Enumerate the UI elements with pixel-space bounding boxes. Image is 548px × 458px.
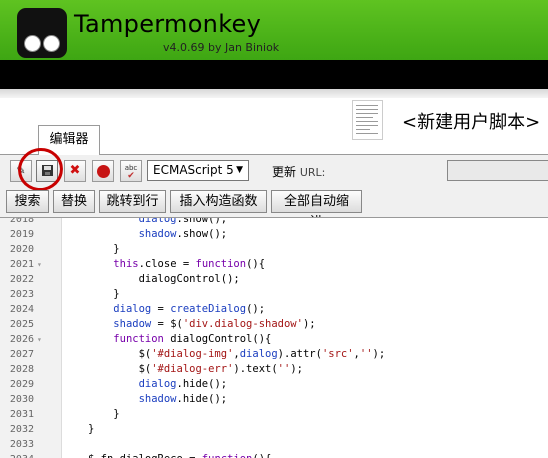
code-text: } <box>88 408 120 420</box>
app-header: Tampermonkey v4.0.69 by Jan Biniok <box>0 0 548 60</box>
line-number: 2034 <box>0 452 34 458</box>
code-text: dialogControl(); <box>88 273 240 285</box>
code-line[interactable]: 2027 $('#dialog-img',dialog).attr('src',… <box>0 347 548 362</box>
language-select-value: ECMAScript 5 <box>153 163 234 177</box>
url-label: URL: <box>299 166 326 179</box>
code-line[interactable]: 2032} <box>0 422 548 437</box>
line-number: 2026 <box>9 334 34 345</box>
delete-button[interactable]: ✖ <box>64 160 86 182</box>
line-number: 2032 <box>9 424 34 435</box>
code-text: } <box>88 288 120 300</box>
app-version: v4.0.69 by Jan Biniok <box>163 41 280 54</box>
code-text: $('#dialog-err').text(''); <box>88 363 303 375</box>
code-line[interactable]: 2019 shadow.show(); <box>0 227 548 242</box>
script-thumbnail-icon <box>352 100 383 140</box>
tampermonkey-logo-icon <box>17 8 67 58</box>
insert-constructor-button[interactable]: 插入构造函数 <box>170 190 267 213</box>
code-text: dialog.hide(); <box>138 378 228 390</box>
line-number: 2024 <box>9 304 34 315</box>
stop-icon <box>96 165 110 178</box>
app-title: Tampermonkey <box>74 10 262 38</box>
code-text: } <box>88 423 95 435</box>
code-line[interactable]: 2030 shadow.hide(); <box>0 392 548 407</box>
spellcheck-icon: abc ✔ <box>124 164 138 181</box>
code-text: this.close = function(){ <box>113 258 266 270</box>
line-number: 2033 <box>9 439 34 450</box>
line-number: 2021 <box>9 259 34 270</box>
fold-arrow-icon[interactable]: ▾ <box>37 257 42 272</box>
code-line[interactable]: 2018 dialog.show(); <box>0 217 548 227</box>
update-label: 更新 <box>272 165 297 179</box>
stop-button[interactable] <box>92 160 114 182</box>
code-line[interactable]: 2034▾ $.fn.dialogReco = function(){ <box>0 452 548 458</box>
code-text: shadow.hide(); <box>138 393 228 405</box>
code-line[interactable]: 2023 } <box>0 287 548 302</box>
line-number: 2020 <box>9 244 34 255</box>
goto-line-button[interactable]: 跳转到行 <box>99 190 166 213</box>
spellcheck-button[interactable]: abc ✔ <box>120 160 142 182</box>
delete-icon: ✖ <box>69 163 81 178</box>
code-line[interactable]: 2031 } <box>0 407 548 422</box>
chevron-down-icon: ▼ <box>236 165 243 175</box>
replace-button[interactable]: 替换 <box>53 190 95 213</box>
code-text: $.fn.dialogReco = function(){ <box>88 452 271 458</box>
code-text: } <box>88 243 120 255</box>
code-line[interactable]: 2021 ▾ this.close = function(){ <box>0 257 548 272</box>
line-number: 2025 <box>9 319 34 330</box>
code-line[interactable]: 2026 ▾ function dialogControl(){ <box>0 332 548 347</box>
code-line[interactable]: 2020 } <box>0 242 548 257</box>
line-number: 2018 <box>9 217 34 225</box>
code-text: $('#dialog-img',dialog).attr('src',''); <box>88 348 386 360</box>
update-url-input[interactable] <box>447 160 548 181</box>
line-number: 2027 <box>9 349 34 360</box>
code-editor[interactable]: 2018 dialog.show(); 2019 shadow.show(); 20… <box>0 217 548 458</box>
header-black-bar <box>0 60 548 89</box>
line-number: 2029 <box>9 379 34 390</box>
line-number: 2031 <box>9 409 34 420</box>
update-url-label: 更新 URL: <box>272 163 325 180</box>
code-text: shadow.show(); <box>138 228 228 240</box>
code-lines: 2018 dialog.show(); 2019 shadow.show(); 20… <box>0 217 548 458</box>
fold-arrow-icon[interactable]: ▾ <box>37 452 42 458</box>
code-line[interactable]: 2024 dialog = createDialog(); <box>0 302 548 317</box>
code-text: shadow = $('div.dialog-shadow'); <box>113 318 316 330</box>
header-divider <box>0 89 548 98</box>
auto-indent-button[interactable]: 全部自动缩进 <box>271 190 362 230</box>
search-button[interactable]: 搜索 <box>6 190 49 213</box>
script-title: <新建用户脚本> <box>402 112 541 133</box>
code-line[interactable]: 2025 shadow = $('div.dialog-shadow'); <box>0 317 548 332</box>
code-line[interactable]: 2028 $('#dialog-err').text(''); <box>0 362 548 377</box>
line-number: 2030 <box>9 394 34 405</box>
language-select[interactable]: ECMAScript 5 ▼ <box>147 160 249 181</box>
code-line[interactable]: 2022 dialogControl(); <box>0 272 548 287</box>
code-line[interactable]: 2033 <box>0 437 548 452</box>
code-line[interactable]: 2029 dialog.hide(); <box>0 377 548 392</box>
code-text: dialog = createDialog(); <box>113 303 266 315</box>
code-text: dialog.show(); <box>138 217 228 225</box>
line-number: 2028 <box>9 364 34 375</box>
line-number: 2019 <box>9 229 34 240</box>
code-text: function dialogControl(){ <box>113 333 272 345</box>
fold-arrow-icon[interactable]: ▾ <box>37 332 42 347</box>
line-number: 2023 <box>9 289 34 300</box>
line-number: 2022 <box>9 274 34 285</box>
